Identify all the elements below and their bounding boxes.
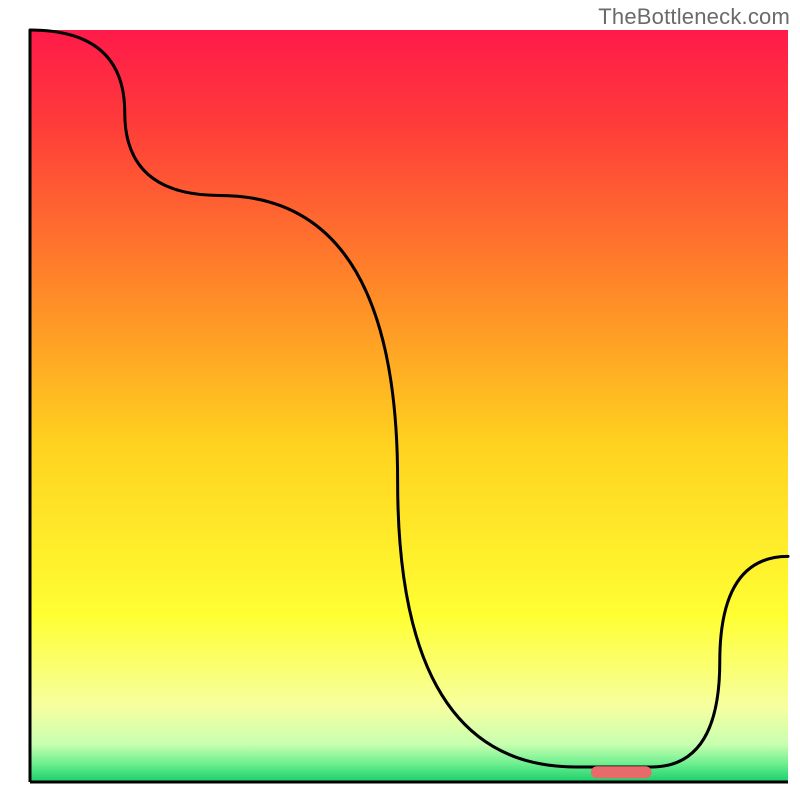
- plot-background: [30, 30, 788, 782]
- watermark-text: TheBottleneck.com: [598, 4, 790, 30]
- chart-frame: TheBottleneck.com: [0, 0, 800, 800]
- bottleneck-chart: [0, 0, 800, 800]
- optimal-marker: [591, 766, 652, 778]
